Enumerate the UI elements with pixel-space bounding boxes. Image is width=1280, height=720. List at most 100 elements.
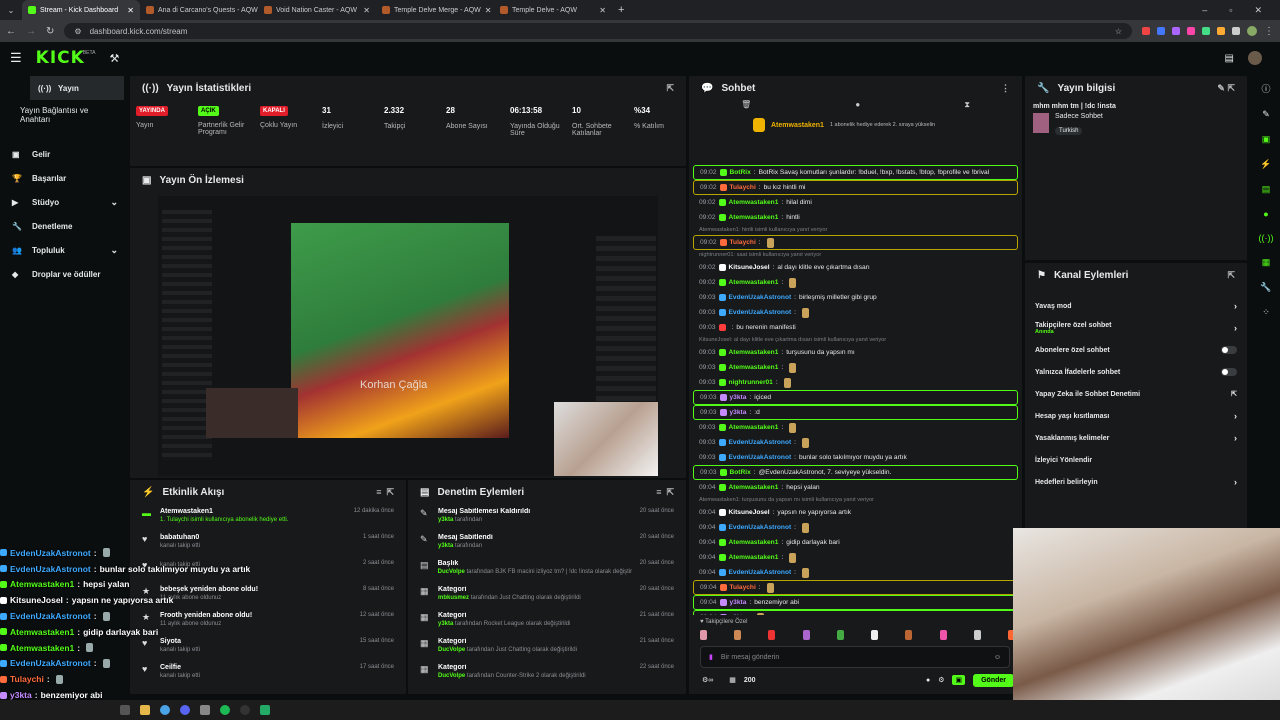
chat-username[interactable]: EvdenUzakAstronot: [729, 439, 792, 446]
stream-preview-video[interactable]: Korhan Çağla: [158, 196, 658, 476]
channel-action[interactable]: Abonelere özel sohbet: [1025, 339, 1247, 361]
wrench-icon[interactable]: 🔧: [1260, 282, 1271, 293]
chat-username[interactable]: Tulaychi: [730, 184, 756, 191]
send-button[interactable]: Gönder: [973, 673, 1014, 687]
moderator-name[interactable]: DucVolpe: [438, 647, 465, 653]
document-icon[interactable]: ▤: [1262, 184, 1271, 195]
spotify-icon[interactable]: [220, 705, 230, 715]
moderator-name[interactable]: y3kta: [438, 621, 453, 627]
extension-icon[interactable]: [1157, 27, 1165, 35]
chat-menu-icon[interactable]: ⋮: [1001, 83, 1010, 94]
new-tab-button[interactable]: +: [618, 4, 624, 16]
channel-action[interactable]: Yalnızca İfadelerle sohbet: [1025, 361, 1247, 383]
mic-icon[interactable]: ▮: [709, 653, 713, 661]
tab-close-icon[interactable]: ✕: [599, 6, 606, 15]
chat-input[interactable]: ▮ Bir mesaj gönderin ☺: [700, 646, 1010, 668]
sidebar-item[interactable]: 🏆 Başarılar: [0, 166, 130, 190]
chat-username[interactable]: Atemwastaken1: [729, 349, 779, 356]
discord-icon[interactable]: [180, 705, 190, 715]
profile-avatar[interactable]: [1248, 51, 1262, 65]
extension-icon[interactable]: [1217, 27, 1225, 35]
browser-tab[interactable]: Ana di Carcano's Quests - AQW✕: [140, 0, 258, 20]
moderator-name[interactable]: y3kta: [438, 517, 453, 523]
chat-username[interactable]: EvdenUzakAstronot: [729, 524, 792, 531]
chat-username[interactable]: y3kta: [730, 599, 747, 606]
search-icon[interactable]: [120, 705, 130, 715]
external-link-icon[interactable]: ⇱: [1227, 270, 1235, 281]
browser-tab[interactable]: Temple Delve - AQW ✕: [494, 0, 612, 20]
chat-username[interactable]: Atemwastaken1: [729, 364, 779, 371]
tab-close-icon[interactable]: ✕: [127, 6, 134, 15]
info-icon[interactable]: ⓘ: [1261, 82, 1270, 95]
moderator-name[interactable]: DucVolpe: [438, 673, 465, 679]
extension-icon[interactable]: [1172, 27, 1180, 35]
emote-icon[interactable]: [836, 630, 844, 640]
chat-username[interactable]: EvdenUzakAstronot: [729, 309, 792, 316]
chat-username[interactable]: Atemwastaken1: [729, 554, 779, 561]
chat-username[interactable]: BotRix: [730, 169, 751, 176]
channel-action[interactable]: Yapay Zeka ile Sohbet Denetimi ⇱: [1025, 383, 1247, 405]
sidebar-item[interactable]: 🔧 Denetleme: [0, 214, 130, 238]
emote-icon[interactable]: [905, 630, 913, 640]
settings-icon[interactable]: [200, 705, 210, 715]
item-title[interactable]: babatuhan0: [160, 534, 200, 541]
emote-icon[interactable]: [871, 630, 879, 640]
site-info-icon[interactable]: ⚙: [74, 27, 81, 36]
chat-username[interactable]: y3kta: [730, 614, 747, 615]
chat-username[interactable]: Atemwastaken1: [729, 214, 779, 221]
broadcast-icon[interactable]: ((·)): [1259, 233, 1274, 243]
edit-icon[interactable]: ✎ ⇱: [1217, 83, 1235, 94]
stats-icon[interactable]: ▦: [1262, 257, 1271, 268]
extension-icon[interactable]: [1142, 27, 1150, 35]
pencil-icon[interactable]: ✎: [1262, 109, 1270, 120]
store-icon[interactable]: ▤: [1225, 53, 1234, 64]
external-link-icon[interactable]: ⇱: [666, 83, 674, 94]
channel-action[interactable]: Yasaklanmış kelimeler ›: [1025, 427, 1247, 449]
chrome-icon[interactable]: [160, 705, 170, 715]
extension-icon[interactable]: [1187, 27, 1195, 35]
loop-icon[interactable]: ⚙∞: [702, 676, 713, 684]
emote-icon[interactable]: [939, 630, 947, 640]
trash-icon[interactable]: 🗑: [741, 100, 751, 114]
chat-username[interactable]: KitsuneJosel: [729, 509, 770, 516]
chat-icon[interactable]: ●: [1263, 209, 1268, 219]
game-icon[interactable]: [260, 705, 270, 715]
chat-username[interactable]: y3kta: [730, 394, 747, 401]
tab-close-icon[interactable]: ✕: [485, 6, 492, 15]
avatar[interactable]: [1247, 26, 1257, 36]
emote-icon[interactable]: [700, 630, 707, 640]
kick-logo[interactable]: KICK: [36, 48, 85, 68]
sidebar-item[interactable]: ▶ Stüdyo ⌄: [0, 190, 130, 214]
channel-action[interactable]: Yavaş mod ›: [1025, 295, 1247, 317]
emote-icon[interactable]: [973, 630, 981, 640]
chat-username[interactable]: Atemwastaken1: [729, 424, 779, 431]
sidebar-item[interactable]: ▣ Gelir: [0, 142, 130, 166]
maximize-icon[interactable]: ▫: [1229, 5, 1232, 16]
window-controls[interactable]: – ▫ ✕: [1202, 5, 1280, 16]
chat-username[interactable]: EvdenUzakAstronot: [729, 569, 792, 576]
emote-icon[interactable]: [768, 630, 776, 640]
emote-icon[interactable]: [802, 630, 810, 640]
chat-username[interactable]: Atemwastaken1: [729, 484, 779, 491]
filter-icon[interactable]: ≡ ⇱: [376, 487, 394, 498]
sidebar-item[interactable]: Yayın Bağlantısı ve Anahtarı: [0, 102, 130, 142]
close-icon[interactable]: ✕: [1254, 5, 1262, 16]
channel-action[interactable]: Hesap yaşı kısıtlaması ›: [1025, 405, 1247, 427]
address-bar[interactable]: ⚙ dashboard.kick.com/stream ☆: [64, 23, 1132, 39]
bookmark-star-icon[interactable]: ☆: [1115, 27, 1122, 36]
obs-icon[interactable]: [240, 705, 250, 715]
moderator-name[interactable]: y3kta: [438, 543, 453, 549]
emoji-icon[interactable]: ☺: [994, 654, 1001, 661]
toggle-switch[interactable]: [1221, 346, 1237, 354]
folder-icon[interactable]: [140, 705, 150, 715]
bot-icon[interactable]: ▣: [952, 675, 966, 685]
browser-tab[interactable]: Void Nation Caster - AQW ✕: [258, 0, 376, 20]
channel-action[interactable]: İzleyici Yönlendir: [1025, 449, 1247, 471]
chat-username[interactable]: y3kta: [730, 409, 747, 416]
chat-username[interactable]: EvdenUzakAstronot: [729, 454, 792, 461]
moderator-name[interactable]: mbkusmez: [438, 595, 469, 601]
chat-username[interactable]: nightrunner01: [729, 379, 773, 386]
tab-search-icon[interactable]: ⌄: [0, 6, 22, 15]
browser-tab[interactable]: Stream - Kick Dashboard ✕: [22, 0, 140, 20]
sidebar-item[interactable]: ((·)) Yayın: [30, 76, 124, 100]
